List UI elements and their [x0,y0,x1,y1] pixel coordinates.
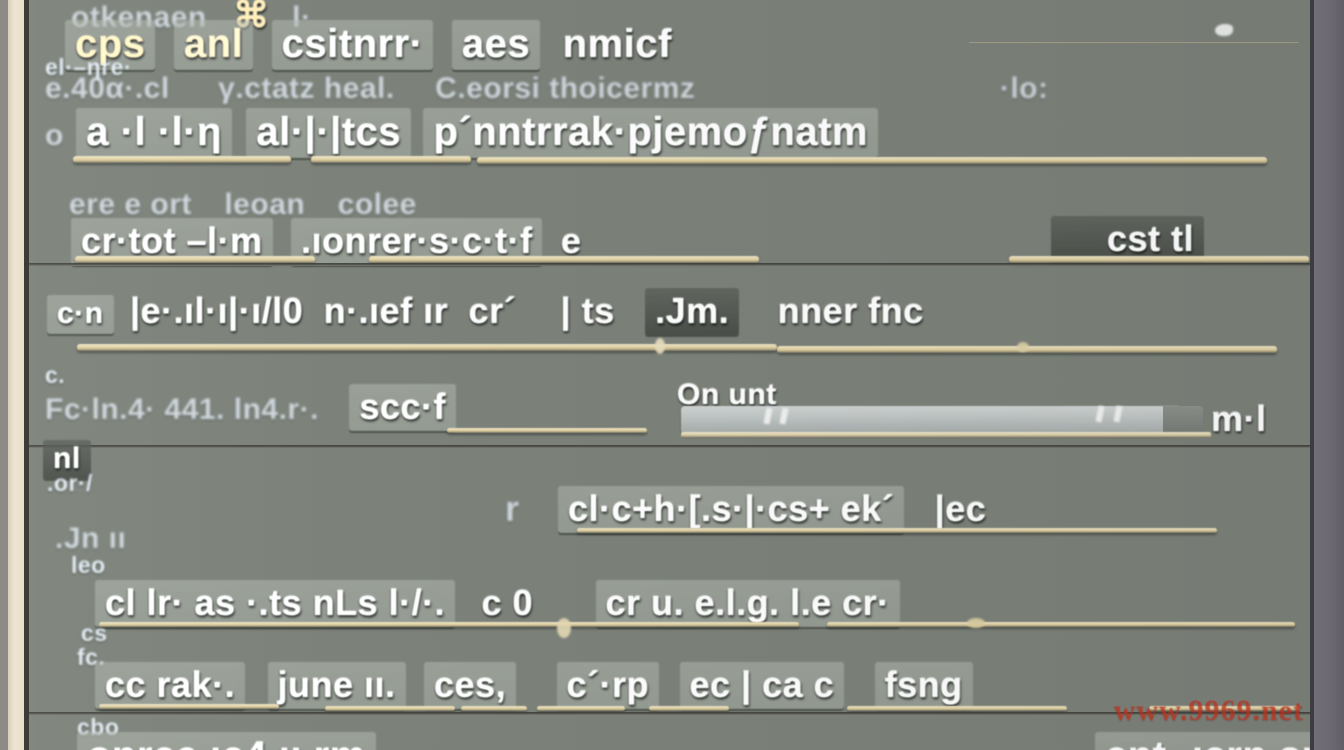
field-2-underline-a [75,256,315,263]
longbar-value: m·l [1211,398,1267,440]
title-chip-2: anl [173,20,254,70]
label-row-6: cs [81,620,108,647]
label-2-part-3: colee [337,188,417,221]
label-6-text-a: cs [81,620,108,646]
field-row-7-right[interactable]: cnt ·ıcrn sm [1095,732,1310,750]
field-6-underline-d [537,706,625,711]
field-1-underline-c [477,157,1267,164]
title-chip-3: csitnrr· [271,20,434,70]
field-row-1[interactable]: o a ·l ·l·η al·|·|tcs p´nntrrak·pjemoƒna… [45,108,878,158]
progress-bar-thumb[interactable] [1163,406,1203,434]
header-glyph-blob [1215,24,1233,36]
section-divider-1 [29,263,1310,266]
window-right-band [1314,0,1344,750]
field-6-chip-3[interactable]: ces, [424,662,517,709]
field-5-chip-2[interactable]: cr u. e.l.g. l.e cr· [595,580,900,627]
title-chip-5: nmicf [562,22,672,66]
window-left-outer-edge [0,0,8,750]
title-chip-4: aes [451,20,541,70]
header-hairline-rule [969,42,1299,44]
screenshot-root: otkenaen ⌘ l· cps anl csitnrr· aes nmicf… [0,0,1344,750]
field-4-prefix: r [505,488,520,529]
field-6-chip-2[interactable]: june ıı. [267,662,406,709]
label-row-2: ere e ort leoan colee [69,188,417,222]
field-5-marker-dot-1 [557,618,571,638]
label-row-5: .Jn ıı [55,522,126,556]
field-2-underline-c [1009,256,1309,263]
field-row-4[interactable]: r cl·c+h·[.s·|·cs+ ek´ |ec [505,486,986,533]
label-3-text: Fc·ln.4· 441. ln4.r·. [45,393,319,426]
field-row-6[interactable]: cc rak·. june ıı. ces, c´·rp ec | ca c f… [95,662,973,709]
field-3b-chip[interactable]: scc·f [349,384,456,431]
window-left-cream-border [8,0,24,750]
label-row-3b: Fc·ln.4· 441. ln4.r·. scc·f [45,384,456,431]
section-divider-2 [29,445,1310,448]
label-row-5b: leo [71,552,106,579]
subtitle-text-b4: ·lo: [999,72,1049,105]
field-3-text-2: n·.ıef ır [323,290,449,331]
field-4-suffix: |ec [934,488,987,529]
field-5-chip-1[interactable]: cl lr· as ·.ts nLs l·/·. [95,580,456,627]
label-4-text: .or·/ [47,470,93,496]
field-1-chip-1[interactable]: a ·l ·l·η [76,108,232,158]
field-7-chip[interactable]: onrce ıc4 ıı rm [77,732,376,750]
longbar-value-text: m·l [1211,398,1267,439]
field-6-chip-6[interactable]: fsng [874,662,973,709]
field-7-chip-right[interactable]: cnt ·ıcrn sm [1095,732,1310,750]
field-3-text-4: | tѕ [560,290,615,331]
field-5-value: c 0 [481,582,534,623]
title-main-row: cps anl csitnrr· aes nmicf [65,20,672,70]
field-6-underline-a [99,704,279,709]
field-5-underline-b [827,622,1295,627]
label-2-part-1: ere e ort [69,188,192,221]
field-6-underline-f [847,706,1067,711]
main-panel: otkenaen ⌘ l· cps anl csitnrr· aes nmicf… [29,0,1310,750]
label-2-part-2: leoan [224,188,306,221]
field-3-marker-dot-1 [655,338,665,354]
field-1-underline-b [311,156,471,163]
field-6-chip-1[interactable]: cc rak·. [95,662,246,709]
field-1-underline-a [73,156,291,163]
field-3-chip-1[interactable]: c·n [47,295,114,334]
field-3-text-3: cr´ [468,290,517,331]
field-4-chip[interactable]: cl·c+h·[.s·|·cs+ ek´ [557,486,905,533]
field-6-underline-b [325,706,455,711]
progress-bar-track[interactable] [681,406,1181,434]
field-4-underline [577,528,1217,533]
field-6-underline-c [461,706,527,711]
field-row-5[interactable]: cl lr· as ·.ts nLs l·/·. c 0 cr u. e.l.g… [95,580,900,627]
progress-bar-underline [681,432,1211,438]
field-3-marker-dot-2 [1017,342,1029,352]
subtitle-row-b: e.40α·.cl γ.ctatz heal. C.eorsi thoicerm… [45,72,1049,106]
label-5-text-b: leo [71,552,106,578]
field-row-7[interactable]: onrce ıc4 ıı rm [77,732,376,750]
field-6-underline-e [649,706,729,711]
site-watermark: www.9969.net [1113,694,1304,727]
field-5-underline-a [99,622,799,627]
field-1-chip-2[interactable]: al·|·|tcs [246,108,412,158]
field-1-bullet: o [45,119,64,152]
field-2-underline-b [369,256,759,263]
field-3-chip-2[interactable]: .Jm. [645,288,740,335]
subtitle-text-b3: C.eorsi thoicermz [435,72,696,105]
field-3b-underline [447,428,647,433]
field-row-3[interactable]: c·n |e·.ıl·ı|·ı/l0 n·.ıef ır cr´ | tѕ .J… [47,288,924,335]
field-6-chip-5[interactable]: ec | ca c [679,662,845,709]
field-3-text-5: nner fnc [777,290,924,331]
field-1-chip-3[interactable]: p´nntrrak·pjemoƒnatm [423,108,878,158]
field-6-chip-4[interactable]: c´·rp [556,662,660,709]
subtitle-text-b1: e.40α·.cl [45,72,170,105]
label-row-4b: .or·/ [47,470,93,497]
field-3-underline-a [77,344,777,351]
subtitle-text-b2: γ.ctatz heal. [218,72,395,105]
field-5-marker-dot-2 [967,618,985,628]
label-5-text-a: .Jn ıı [55,522,127,555]
field-3-text-1: |e·.ıl·ı|·ı/l0 [129,290,304,331]
